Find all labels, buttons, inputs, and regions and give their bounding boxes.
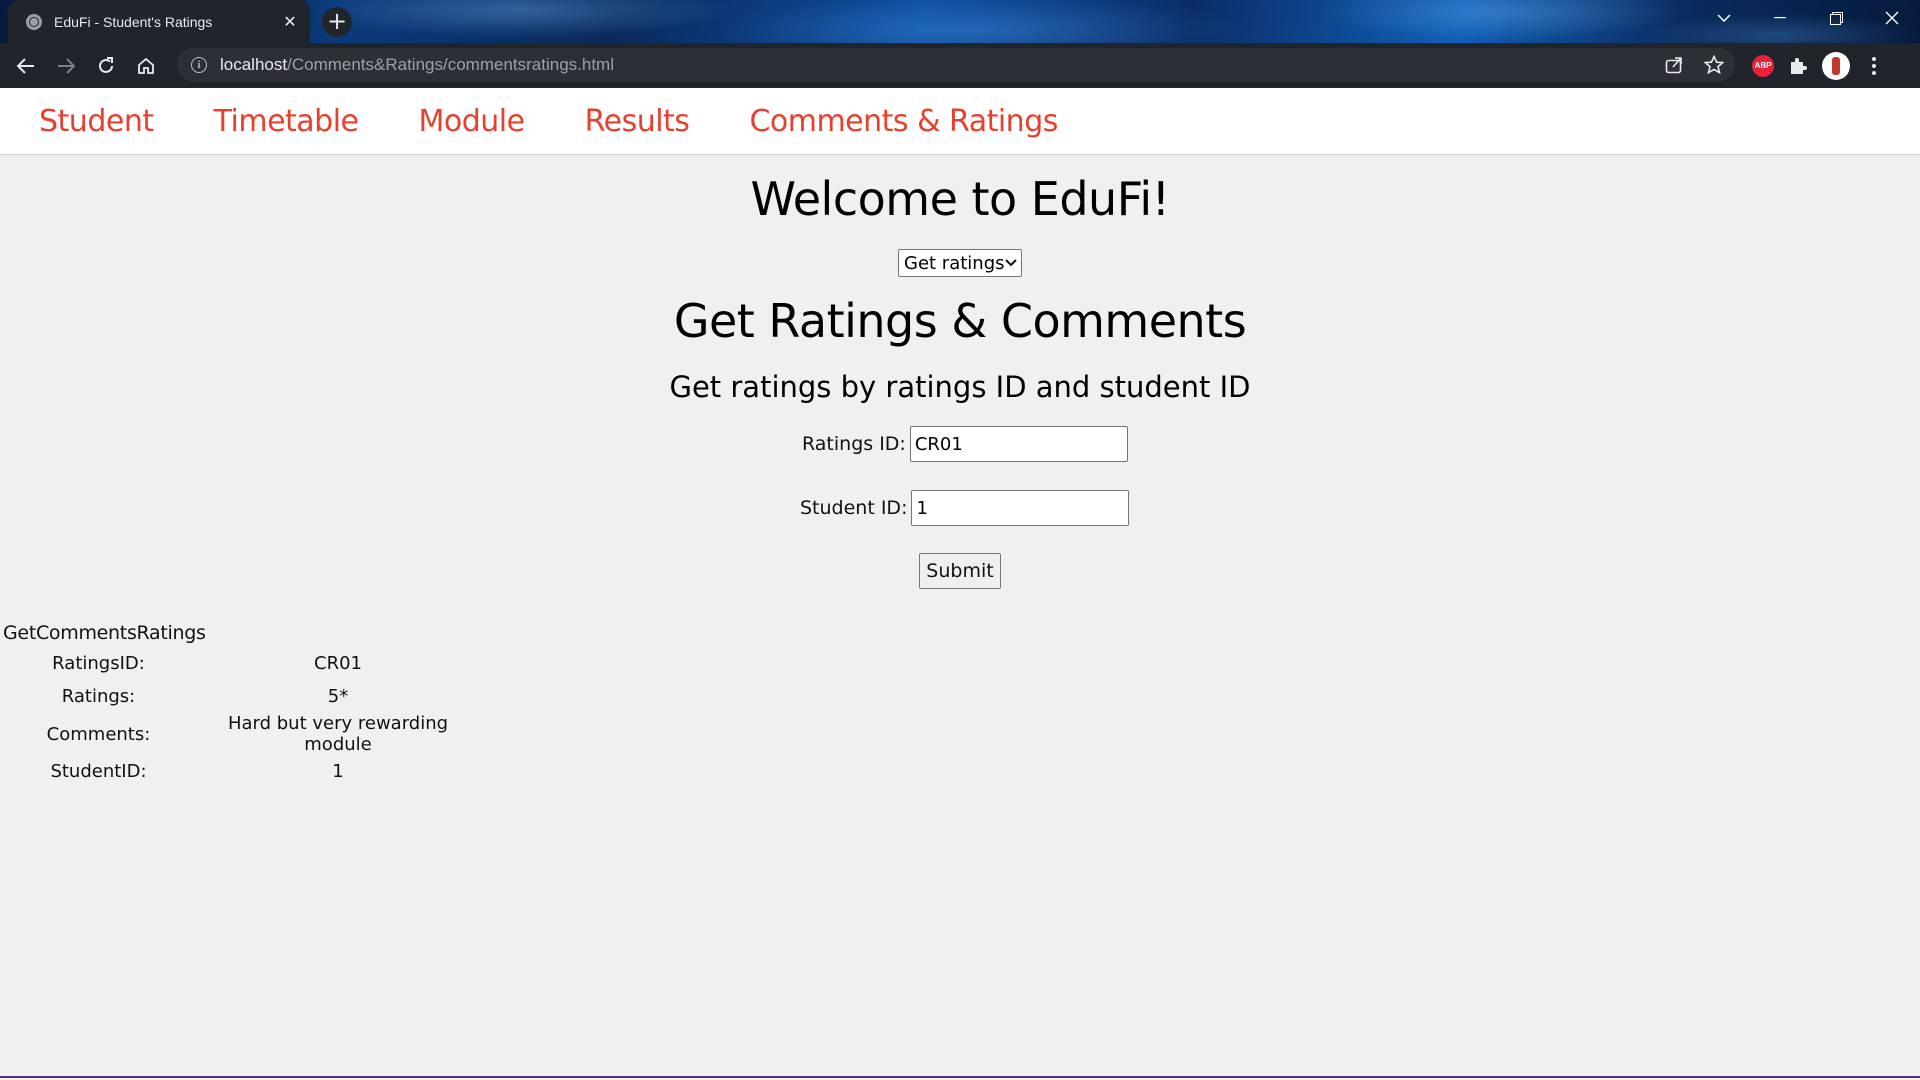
submit-button[interactable]: Submit — [919, 553, 1001, 589]
restore-icon[interactable] — [1808, 0, 1864, 36]
table-row: Comments: Hard but very rewarding module — [0, 713, 479, 755]
sub-title: Get ratings by ratings ID and student ID — [669, 370, 1251, 404]
browser-tabstrip: EduFi - Student's Ratings ✕ + — [0, 0, 1920, 43]
window-controls — [1696, 0, 1920, 36]
bottom-border — [0, 1076, 1920, 1078]
student-id-label: Student ID: — [800, 497, 908, 519]
browser-tab[interactable]: EduFi - Student's Ratings ✕ — [8, 0, 310, 43]
profile-avatar-icon[interactable] — [1822, 51, 1850, 80]
chevron-down-icon — [1005, 259, 1017, 267]
close-tab-icon[interactable]: ✕ — [280, 12, 300, 32]
student-id-row: Student ID: 1 — [800, 490, 1130, 526]
minimize-icon[interactable] — [1752, 0, 1808, 36]
result-value: 5* — [327, 686, 349, 707]
nav-timetable[interactable]: Timetable — [214, 104, 359, 139]
welcome-heading: Welcome to EduFi! — [750, 172, 1170, 226]
mode-select-value: Get ratings — [904, 252, 1005, 274]
home-icon[interactable] — [126, 48, 166, 84]
ratings-id-label: Ratings ID: — [802, 433, 906, 455]
ratings-id-input[interactable]: CR01 — [909, 426, 1128, 462]
close-window-icon[interactable] — [1864, 0, 1920, 36]
nav-comments-ratings[interactable]: Comments & Ratings — [749, 104, 1058, 139]
student-id-input[interactable]: 1 — [911, 490, 1130, 526]
result-key: StudentID: — [50, 761, 147, 782]
more-menu-icon[interactable] — [1862, 54, 1886, 78]
tab-title: EduFi - Student's Ratings — [54, 13, 213, 30]
page-content: Student Timetable Module Results Comment… — [0, 88, 1920, 1078]
table-row: Ratings: 5* — [0, 680, 479, 713]
result-key: Comments: — [46, 723, 151, 745]
result-key: RatingsID: — [52, 653, 145, 674]
extensions-area: ABP — [1752, 43, 1886, 88]
url-host: localhost — [220, 55, 288, 74]
result-key: Ratings: — [61, 686, 136, 707]
site-navbar: Student Timetable Module Results Comment… — [0, 88, 1920, 155]
result-table: RatingsID: CR01 Ratings: 5* Comments: Ha… — [0, 647, 479, 788]
share-icon[interactable] — [1663, 54, 1685, 76]
table-row: RatingsID: CR01 — [0, 647, 479, 680]
address-bar[interactable]: i localhost/Comments&Ratings/commentsrat… — [177, 48, 1735, 82]
result-value: 1 — [332, 761, 344, 782]
url-path: /Comments&Ratings/commentsratings.html — [287, 55, 614, 74]
result-title: GetCommentsRatings — [3, 622, 206, 644]
extensions-puzzle-icon[interactable] — [1786, 54, 1810, 78]
globe-icon — [26, 13, 42, 30]
new-tab-button[interactable]: + — [322, 7, 352, 37]
mode-select[interactable]: Get ratings — [898, 249, 1022, 277]
result-value: Hard but very rewarding module — [227, 713, 449, 755]
adblock-icon[interactable]: ABP — [1752, 54, 1774, 77]
bookmark-star-icon[interactable] — [1703, 54, 1725, 76]
site-info-icon[interactable]: i — [191, 57, 207, 73]
browser-toolbar: i localhost/Comments&Ratings/commentsrat… — [0, 43, 1920, 88]
nav-results[interactable]: Results — [585, 104, 690, 139]
nav-module[interactable]: Module — [419, 104, 526, 139]
reload-icon[interactable] — [86, 48, 126, 84]
back-arrow-icon[interactable] — [6, 48, 46, 84]
ratings-id-row: Ratings ID: CR01 — [802, 426, 1128, 462]
tab-search-icon[interactable] — [1696, 0, 1752, 36]
table-row: StudentID: 1 — [0, 755, 479, 788]
result-value: CR01 — [314, 653, 362, 674]
section-title: Get Ratings & Comments — [673, 294, 1247, 348]
forward-arrow-icon[interactable] — [46, 48, 86, 84]
nav-student[interactable]: Student — [39, 104, 154, 139]
